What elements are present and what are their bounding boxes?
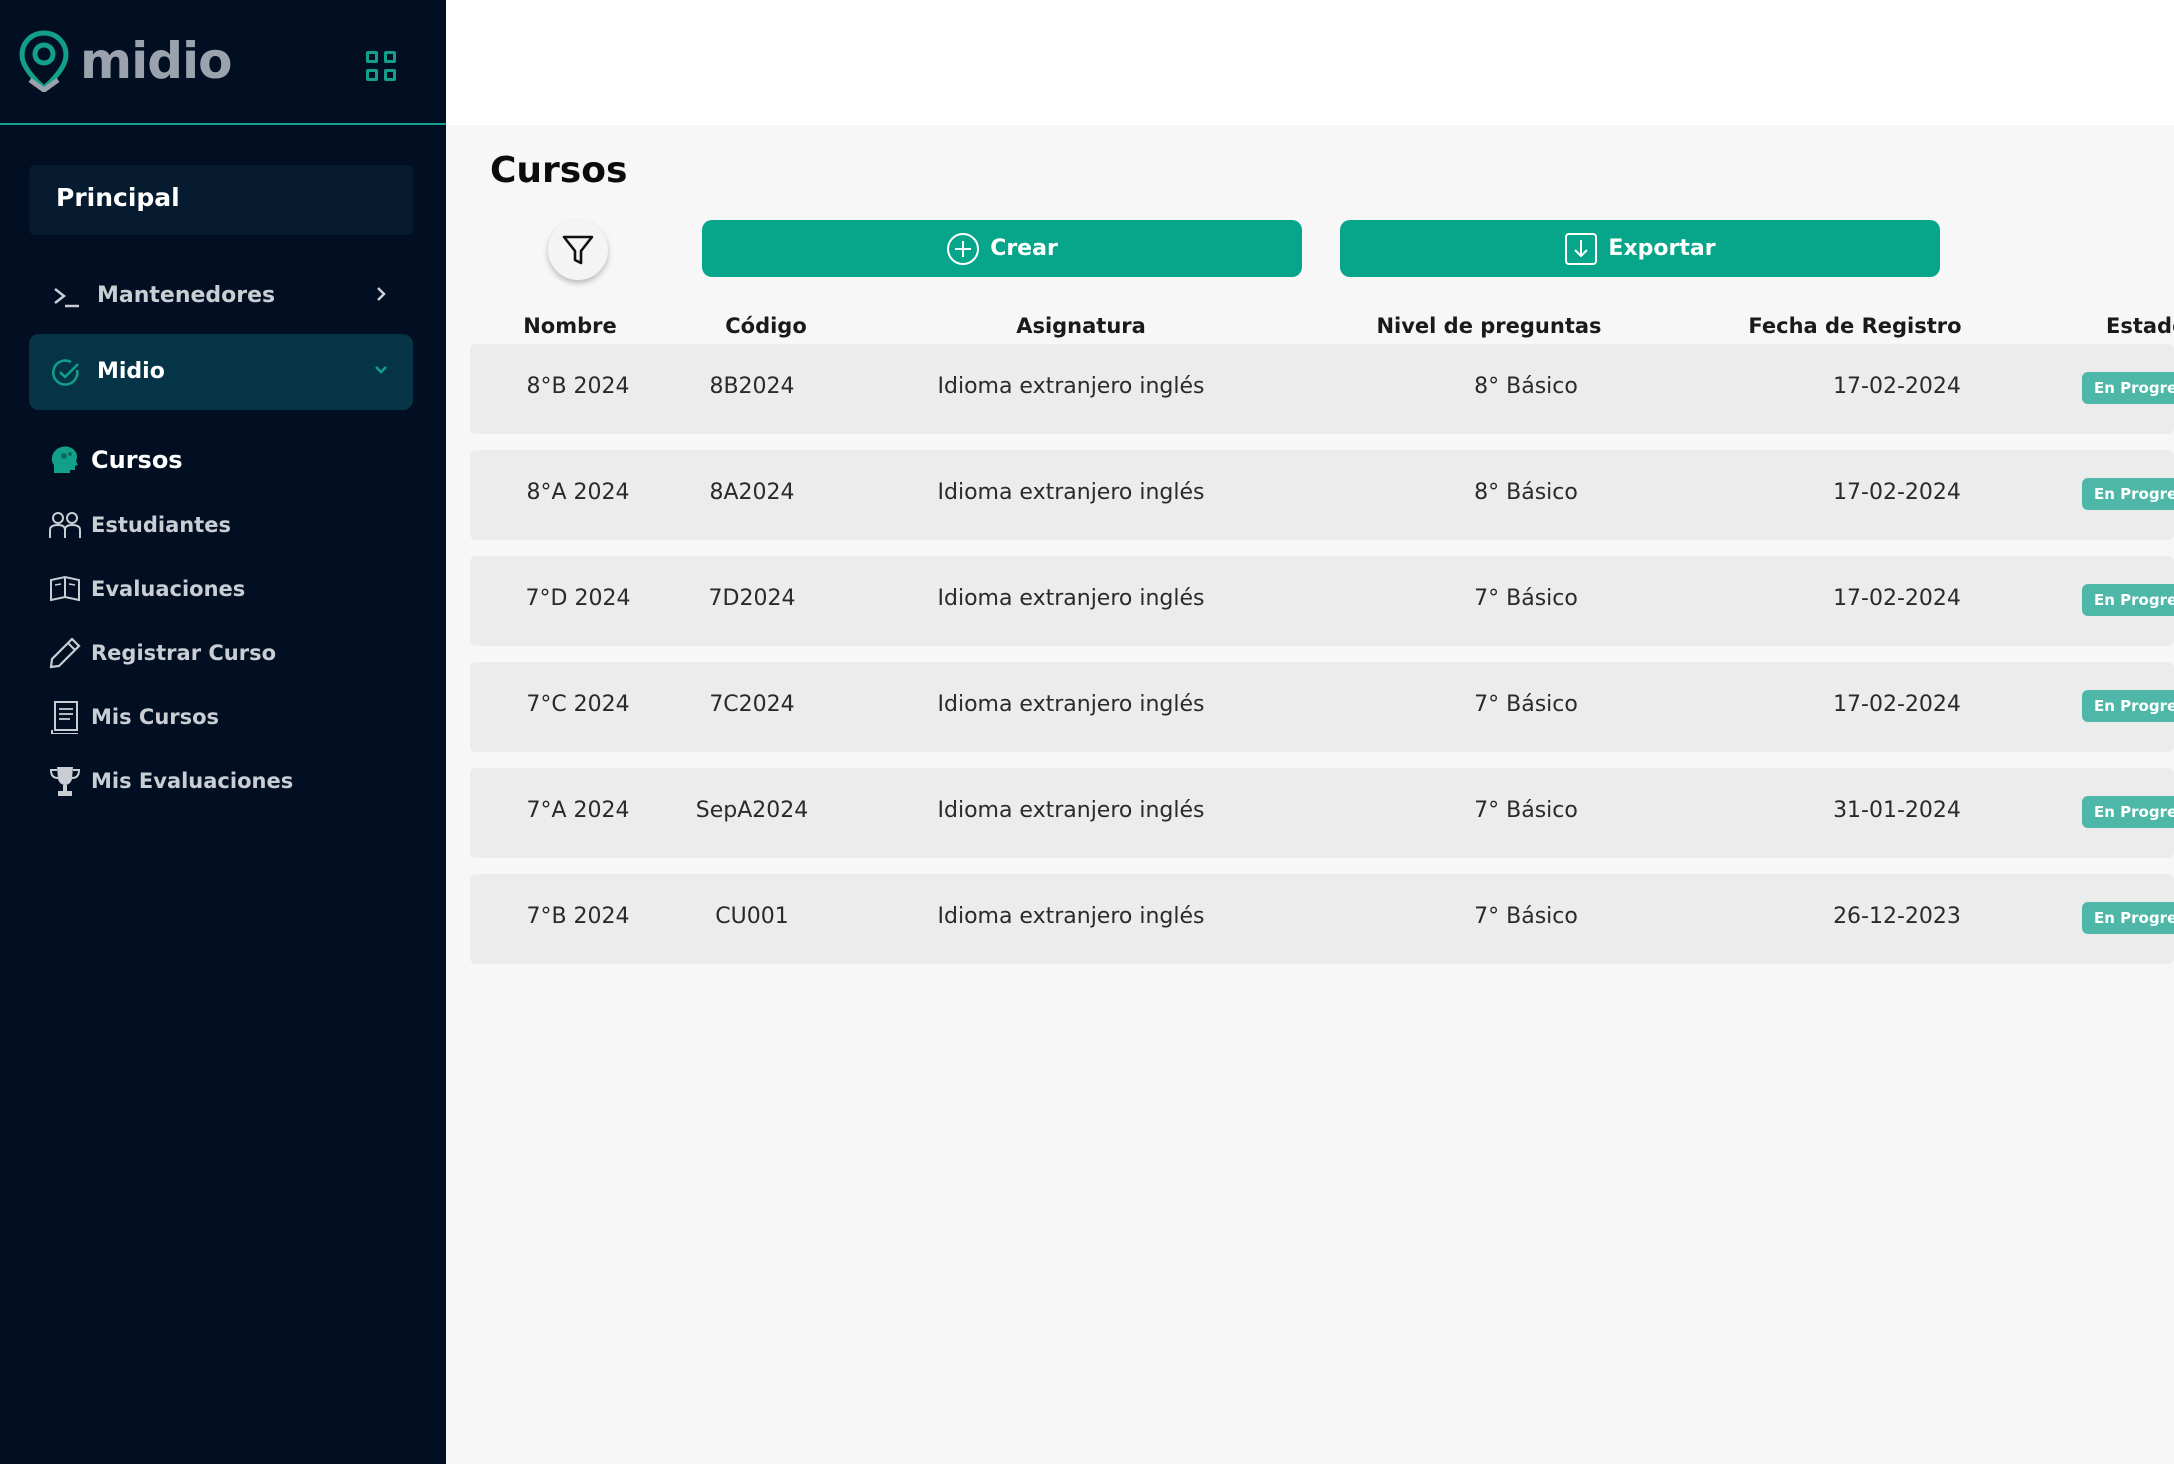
status-badge: En Progreso bbox=[2082, 584, 2174, 616]
cell-nombre: 8°B 2024 bbox=[526, 374, 630, 399]
sidebar-item-estudiantes[interactable]: Estudiantes bbox=[48, 505, 231, 545]
students-icon bbox=[49, 512, 81, 538]
section-principal-label: Principal bbox=[56, 183, 180, 212]
page-title: Cursos bbox=[490, 150, 628, 191]
sidebar-item-registrar-curso[interactable]: Registrar Curso bbox=[48, 633, 276, 673]
table-row[interactable]: 7°C 2024 7C2024 Idioma extranjero inglés… bbox=[470, 662, 2174, 752]
chevron-right-icon bbox=[377, 287, 386, 301]
cell-fecha: 26-12-2023 bbox=[1833, 904, 1961, 929]
exportar-button[interactable]: Exportar bbox=[1340, 220, 1940, 277]
brain-head-icon bbox=[51, 446, 78, 473]
open-book-icon bbox=[50, 575, 80, 602]
sidebar-item-cursos-label: Cursos bbox=[91, 446, 183, 474]
cell-nivel: 7° Básico bbox=[1474, 586, 1578, 611]
cell-fecha: 17-02-2024 bbox=[1833, 692, 1961, 717]
table-row[interactable]: 7°D 2024 7D2024 Idioma extranjero inglés… bbox=[470, 556, 2174, 646]
table-row[interactable]: 8°B 2024 8B2024 Idioma extranjero inglés… bbox=[470, 344, 2174, 434]
cell-nombre: 7°A 2024 bbox=[526, 798, 630, 823]
trophy-icon bbox=[49, 767, 81, 796]
sidebar-item-estudiantes-label: Estudiantes bbox=[91, 513, 231, 537]
status-badge: En Progreso bbox=[2082, 796, 2174, 828]
cell-codigo: 8A2024 bbox=[709, 480, 795, 505]
status-badge: En Progreso bbox=[2082, 372, 2174, 404]
cell-nivel: 8° Básico bbox=[1474, 480, 1578, 505]
plus-circle-icon bbox=[947, 232, 980, 265]
cell-nivel: 8° Básico bbox=[1474, 374, 1578, 399]
table-row[interactable]: 7°B 2024 CU001 Idioma extranjero inglés … bbox=[470, 874, 2174, 964]
status-badge: En Progreso bbox=[2082, 478, 2174, 510]
sidebar-item-registrar-curso-label: Registrar Curso bbox=[91, 641, 277, 665]
cell-nivel: 7° Básico bbox=[1474, 798, 1578, 823]
table-row[interactable]: 8°A 2024 8A2024 Idioma extranjero inglés… bbox=[470, 450, 2174, 540]
sidebar-header: midio bbox=[0, 0, 446, 125]
cell-asignatura: Idioma extranjero inglés bbox=[937, 692, 1205, 717]
filter-button[interactable] bbox=[548, 220, 608, 280]
crear-button-label: Crear bbox=[990, 236, 1058, 261]
cell-asignatura: Idioma extranjero inglés bbox=[937, 798, 1205, 823]
sidebar-item-cursos[interactable]: Cursos bbox=[48, 440, 183, 480]
top-bar bbox=[446, 0, 2174, 125]
sidebar-item-mis-cursos[interactable]: Mis Cursos bbox=[48, 697, 219, 737]
menu-midio-label: Midio bbox=[97, 359, 165, 384]
sidebar-item-mis-cursos-label: Mis Cursos bbox=[91, 705, 220, 729]
cell-nombre: 7°C 2024 bbox=[526, 692, 630, 717]
table-row[interactable]: 7°A 2024 SepA2024 Idioma extranjero ingl… bbox=[470, 768, 2174, 858]
column-header-fecha[interactable]: Fecha de Registro bbox=[1716, 314, 1994, 338]
logo[interactable]: midio bbox=[18, 30, 233, 92]
cell-nombre: 7°D 2024 bbox=[525, 586, 631, 611]
cell-codigo: CU001 bbox=[715, 904, 789, 929]
cell-codigo: SepA2024 bbox=[695, 798, 809, 823]
cell-nombre: 8°A 2024 bbox=[526, 480, 630, 505]
cell-asignatura: Idioma extranjero inglés bbox=[937, 586, 1205, 611]
sidebar: midio Principal Mantenedores Midio Curso… bbox=[0, 0, 446, 1464]
column-header-codigo[interactable]: Código bbox=[656, 314, 876, 338]
cell-fecha: 31-01-2024 bbox=[1833, 798, 1961, 823]
sidebar-item-mis-evaluaciones[interactable]: Mis Evaluaciones bbox=[48, 761, 293, 801]
cell-fecha: 17-02-2024 bbox=[1833, 374, 1961, 399]
cell-fecha: 17-02-2024 bbox=[1833, 586, 1961, 611]
column-header-estado[interactable]: Estado bbox=[2106, 314, 2174, 338]
map-pin-logo-icon bbox=[19, 30, 69, 92]
cell-asignatura: Idioma extranjero inglés bbox=[937, 374, 1205, 399]
menu-midio[interactable]: Midio bbox=[29, 334, 413, 410]
check-circle-icon bbox=[52, 359, 79, 386]
status-badge: En Progreso bbox=[2082, 690, 2174, 722]
column-header-asignatura[interactable]: Asignatura bbox=[910, 314, 1252, 338]
brand-name: midio bbox=[80, 32, 233, 90]
column-header-nombre[interactable]: Nombre bbox=[470, 314, 670, 338]
apps-grid-icon[interactable] bbox=[366, 51, 396, 81]
cell-codigo: 8B2024 bbox=[709, 374, 795, 399]
notebook-icon bbox=[51, 701, 78, 734]
cell-nombre: 7°B 2024 bbox=[526, 904, 630, 929]
sidebar-item-mis-evaluaciones-label: Mis Evaluaciones bbox=[91, 769, 294, 793]
status-badge: En Progreso bbox=[2082, 902, 2174, 934]
pencil-icon bbox=[49, 637, 81, 669]
cell-fecha: 17-02-2024 bbox=[1833, 480, 1961, 505]
chevron-down-icon bbox=[375, 366, 387, 374]
cell-codigo: 7D2024 bbox=[708, 586, 796, 611]
cell-asignatura: Idioma extranjero inglés bbox=[937, 480, 1205, 505]
cell-nivel: 7° Básico bbox=[1474, 692, 1578, 717]
sidebar-item-evaluaciones-label: Evaluaciones bbox=[91, 577, 246, 601]
menu-mantenedores-label: Mantenedores bbox=[97, 283, 276, 308]
download-icon bbox=[1565, 232, 1598, 265]
cell-nivel: 7° Básico bbox=[1474, 904, 1578, 929]
crear-button[interactable]: Crear bbox=[702, 220, 1302, 277]
menu-mantenedores[interactable]: Mantenedores bbox=[29, 258, 413, 334]
filter-icon bbox=[562, 235, 594, 265]
cell-codigo: 7C2024 bbox=[709, 692, 795, 717]
section-principal: Principal bbox=[29, 165, 413, 235]
column-header-nivel[interactable]: Nivel de preguntas bbox=[1346, 314, 1632, 338]
sidebar-item-evaluaciones[interactable]: Evaluaciones bbox=[48, 569, 245, 609]
terminal-icon bbox=[54, 288, 79, 308]
exportar-button-label: Exportar bbox=[1608, 236, 1716, 261]
cell-asignatura: Idioma extranjero inglés bbox=[937, 904, 1205, 929]
